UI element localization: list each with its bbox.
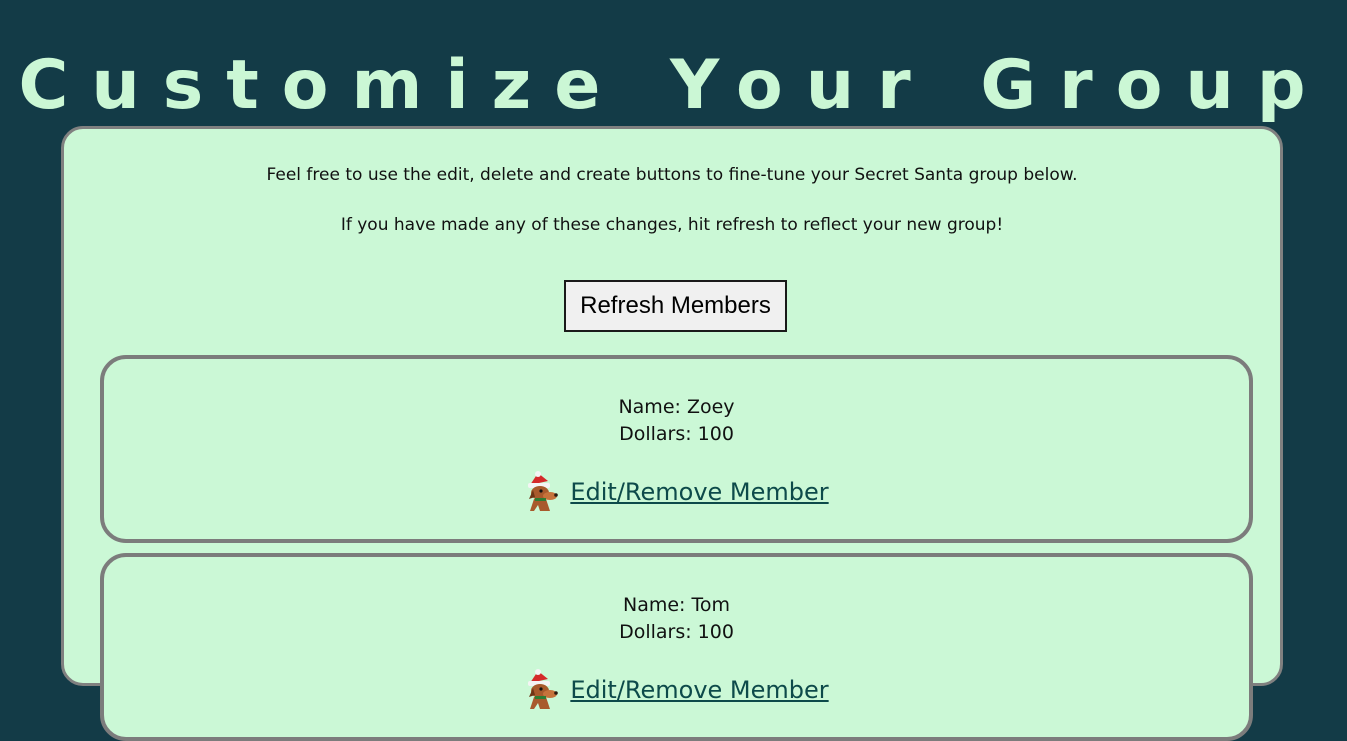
member-card: Name: Zoey Dollars: 100 Edit/Remove Memb…: [100, 355, 1253, 543]
member-card: Name: Tom Dollars: 100 Edit/Remove Membe…: [100, 553, 1253, 741]
member-name: Name: Tom: [622, 594, 730, 616]
refresh-members-button[interactable]: Refresh Members: [564, 280, 787, 332]
intro-text-edit: Feel free to use the edit, delete and cr…: [266, 165, 1078, 185]
edit-member-row: Edit/Remove Member: [104, 669, 1249, 711]
member-name: Name: Zoey: [618, 396, 735, 418]
page-title: Customize Your Group: [18, 45, 1329, 125]
group-panel: Feel free to use the edit, delete and cr…: [61, 126, 1283, 741]
member-dollars: Dollars: 100: [619, 423, 734, 445]
edit-remove-member-link[interactable]: Edit/Remove Member: [570, 676, 828, 704]
edit-member-row: Edit/Remove Member: [104, 471, 1249, 513]
edit-remove-member-link[interactable]: Edit/Remove Member: [570, 478, 828, 506]
member-dollars: Dollars: 100: [619, 621, 734, 643]
santa-dog-icon: [524, 471, 560, 513]
intro-text-refresh: If you have made any of these changes, h…: [340, 215, 1004, 235]
santa-dog-icon: [524, 669, 560, 711]
